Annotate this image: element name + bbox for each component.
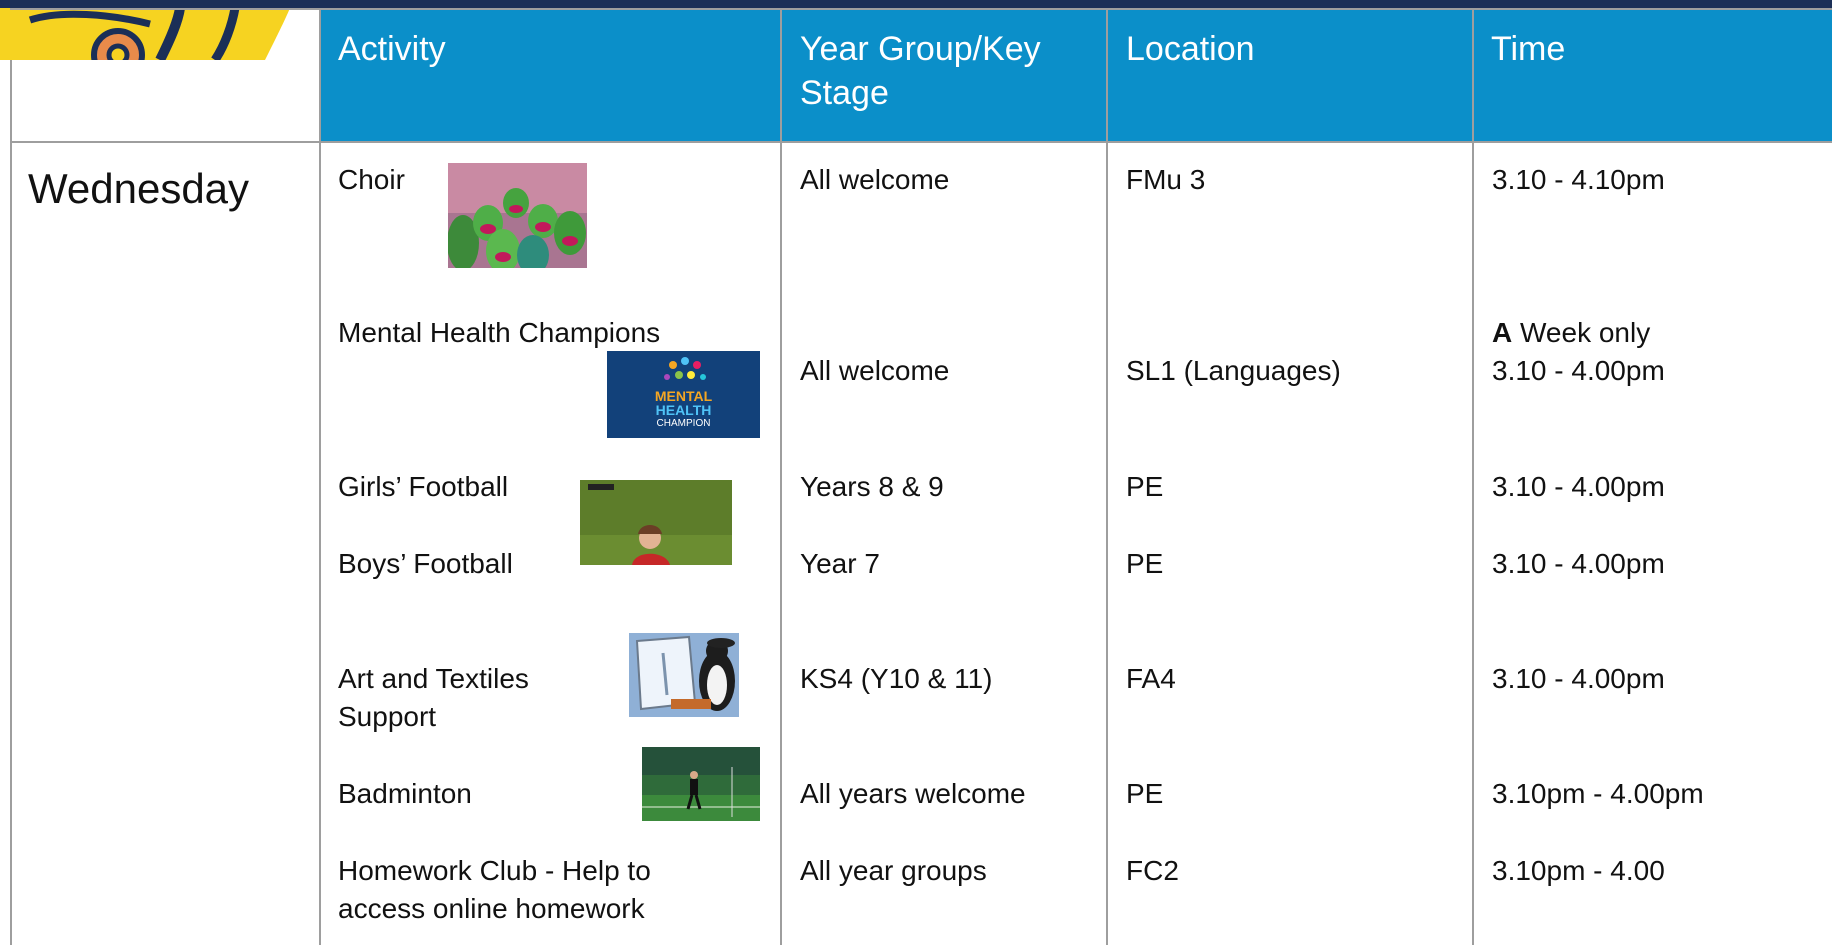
badge-line-champion: CHAMPION: [656, 418, 711, 429]
year-homework-club: All year groups: [800, 855, 987, 886]
header-year-line1: Year Group/Key: [800, 30, 1041, 68]
time-boys-football: 3.10 - 4.00pm: [1492, 548, 1665, 579]
time-art-textiles: 3.10 - 4.00pm: [1492, 663, 1665, 694]
art-image: [629, 633, 739, 717]
year-girls-football: Years 8 & 9: [800, 471, 944, 502]
header-divider: [10, 141, 1832, 143]
activity-badminton: Badminton: [338, 778, 472, 809]
location-girls-football: PE: [1126, 471, 1164, 502]
activity-girls-football: Girls’ Football: [338, 471, 509, 502]
choir-image: [448, 163, 587, 268]
table-header: [320, 8, 1832, 142]
location-badminton: PE: [1126, 778, 1164, 809]
activity-art-line1: Art and Textiles: [338, 663, 529, 694]
location-boys-football: PE: [1126, 548, 1164, 579]
badge-line-health: HEALTH: [655, 402, 712, 418]
mental-health-champion-badge: MENTAL HEALTH CHAMPION: [607, 351, 760, 438]
year-art-textiles: KS4 (Y10 & 11): [800, 663, 993, 694]
activity-boys-football: Boys’ Football: [338, 548, 513, 579]
time-mental-health: 3.10 - 4.00pm: [1492, 355, 1665, 386]
activity-choir: Choir: [338, 164, 405, 195]
activity-mental-health: Mental Health Champions: [338, 317, 661, 348]
week-only-label: Week only: [1512, 317, 1651, 348]
col-divider-left: [10, 60, 12, 945]
activity-art-line2: Support: [338, 701, 437, 732]
table-border-top: [10, 8, 1832, 10]
location-art-textiles: FA4: [1126, 663, 1176, 694]
day-label: Wednesday: [28, 165, 250, 212]
header-location: Location: [1126, 30, 1255, 68]
badge-line-mental: MENTAL: [654, 388, 713, 404]
year-choir: All welcome: [800, 164, 950, 195]
football-image: [580, 480, 732, 565]
time-girls-football: 3.10 - 4.00pm: [1492, 471, 1665, 502]
col-divider-day: [319, 8, 321, 945]
col-divider-year: [1106, 8, 1108, 945]
year-mental-health: All welcome: [800, 355, 950, 386]
activity-homework-line1: Homework Club - Help to: [338, 855, 651, 886]
week-a-label: A: [1492, 317, 1513, 348]
time-mental-health-note: A Week only: [1492, 314, 1650, 352]
activity-art-textiles: Art and Textiles Support: [338, 660, 529, 736]
badminton-image: [642, 747, 760, 821]
header-year-group: Year Group/Key Stage: [800, 27, 1041, 115]
time-badminton: 3.10pm - 4.00pm: [1492, 778, 1704, 809]
location-homework-club: FC2: [1126, 855, 1179, 886]
col-divider-activity: [780, 8, 782, 945]
header-activity: Activity: [338, 30, 446, 68]
header-year-line2: Stage: [800, 74, 889, 112]
activity-homework-club: Homework Club - Help to access online ho…: [338, 852, 651, 928]
location-mental-health: SL1 (Languages): [1126, 355, 1341, 386]
activity-homework-line2: access online homework: [338, 893, 645, 924]
col-divider-location: [1472, 8, 1474, 945]
year-badminton: All years welcome: [800, 778, 1026, 809]
header-time: Time: [1491, 30, 1566, 68]
time-homework-club: 3.10pm - 4.00: [1492, 855, 1665, 886]
location-choir: FMu 3: [1126, 164, 1206, 195]
year-boys-football: Year 7: [800, 548, 880, 579]
time-choir: 3.10 - 4.10pm: [1492, 164, 1665, 195]
